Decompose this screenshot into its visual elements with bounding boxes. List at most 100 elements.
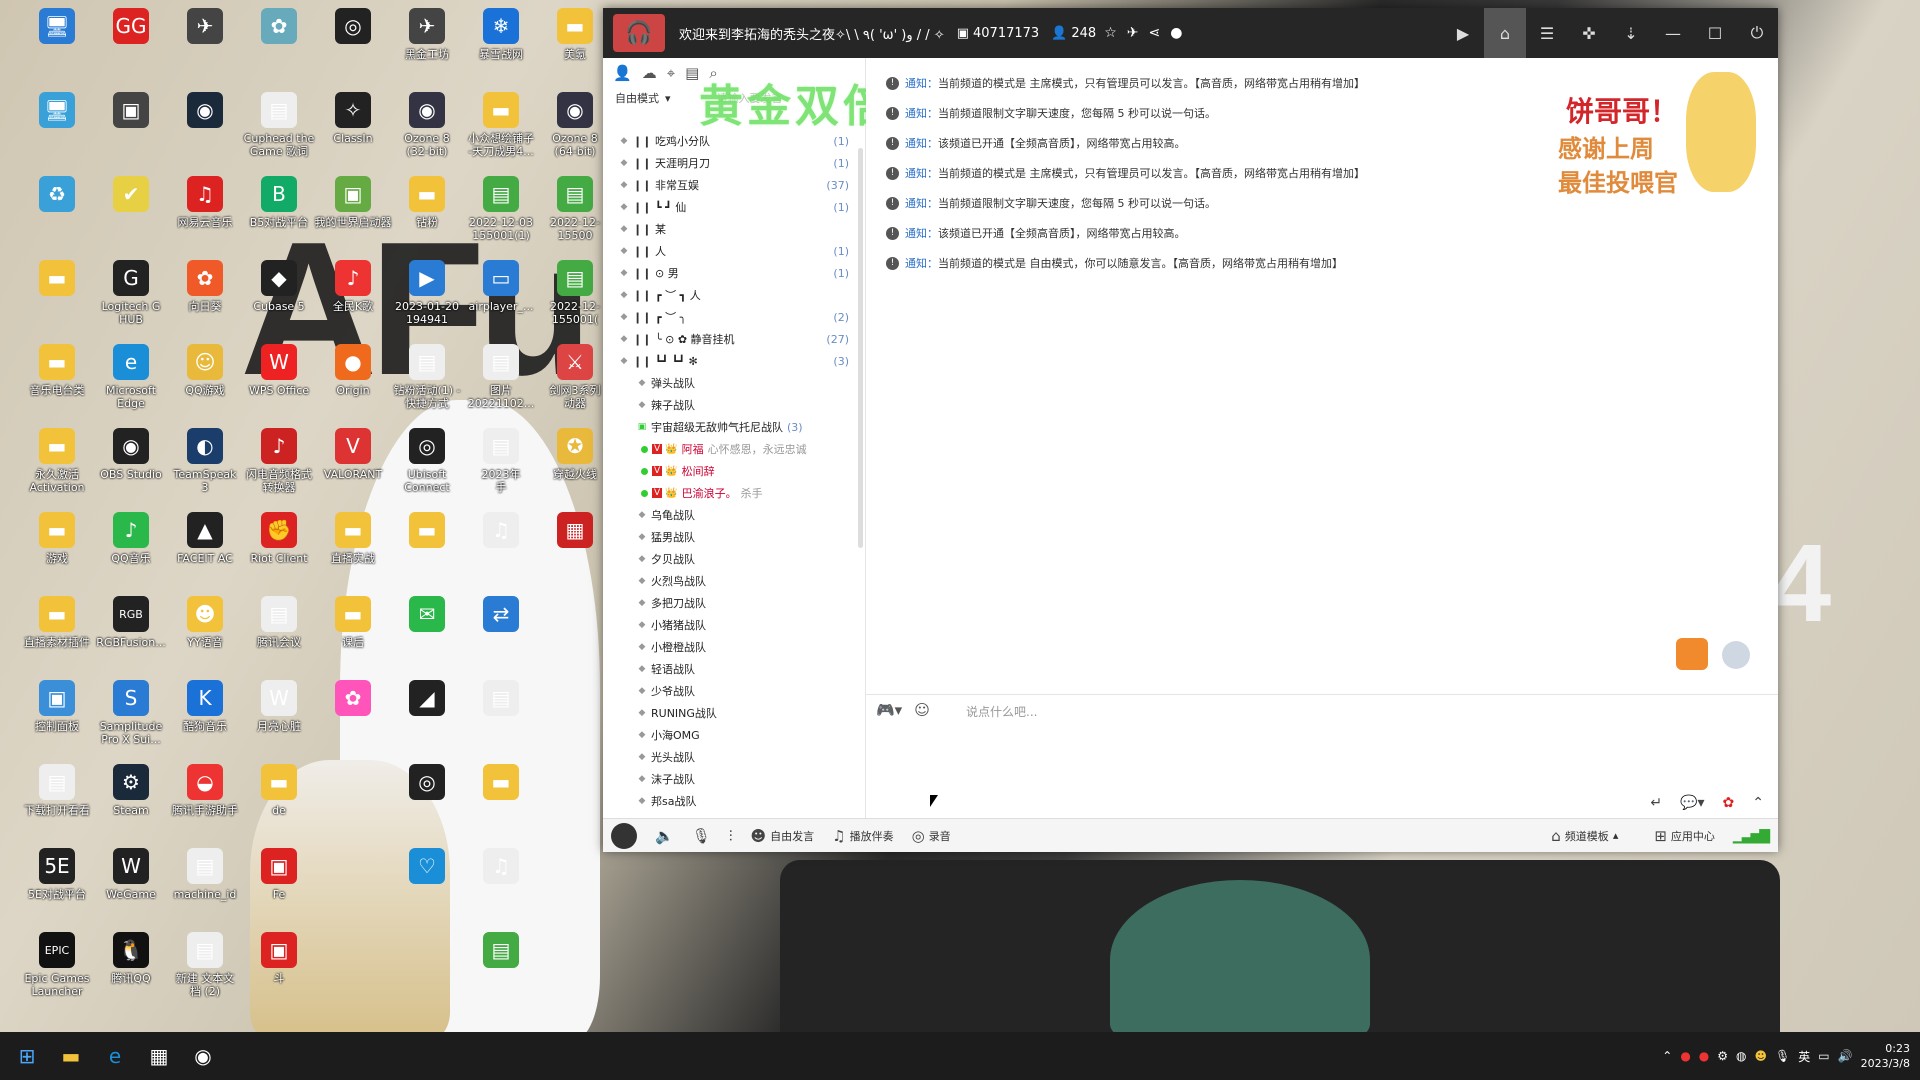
desktop-icon[interactable]: ♻: [18, 176, 96, 216]
desktop-icon[interactable]: ▬ 钻粉: [388, 176, 466, 229]
desktop-icon[interactable]: 🐧 腾讯QQ: [92, 932, 170, 985]
equalizer-icon[interactable]: ⫶: [729, 827, 733, 845]
star-icon[interactable]: ☆: [1104, 25, 1117, 41]
squad-row[interactable]: ◆ 多把刀战队: [603, 592, 855, 614]
squad-row[interactable]: ◆ 弹头战队: [603, 372, 855, 394]
squad-row[interactable]: ◆ 夕贝战队: [603, 548, 855, 570]
desktop-icon[interactable]: ♪ QQ音乐: [92, 512, 170, 565]
desktop-icon[interactable]: RGB RGBFusion...: [92, 596, 170, 649]
desktop-icon[interactable]: ◉ Ozone 8 (32-bit): [388, 92, 466, 158]
start-button[interactable]: ⊞: [10, 1039, 44, 1073]
user-row[interactable]: V 👑 巴渝浪子。 杀手: [603, 482, 855, 504]
desktop-icon[interactable]: ♫: [462, 848, 540, 888]
channel-row[interactable]: ◆ ❙❙ ╰ ⊙ ✿ 静音挂机 (27): [603, 328, 855, 350]
microphone-icon[interactable]: 🎙: [1775, 1049, 1790, 1063]
accompaniment-button[interactable]: ♫ 播放伴奏: [832, 827, 893, 845]
share-icon[interactable]: ⋖: [1148, 25, 1160, 41]
power-icon[interactable]: ⏻: [1736, 8, 1778, 58]
desktop-icon[interactable]: K 酷狗音乐: [166, 680, 244, 733]
desktop-icon[interactable]: GG: [92, 8, 170, 48]
desktop-icon[interactable]: ▣ 我的世界启动器: [314, 176, 392, 229]
speaker-icon[interactable]: 🔈: [655, 827, 674, 845]
desktop-icon[interactable]: ◢: [388, 680, 466, 720]
user-row[interactable]: V 👑 松间辞: [603, 460, 855, 482]
riot-tray-icon[interactable]: ●: [1699, 1049, 1709, 1063]
squad-row[interactable]: ◆ 辣子战队: [603, 394, 855, 416]
emoji-game-icon[interactable]: 🎮▾: [876, 701, 902, 719]
desktop-icon[interactable]: ✉: [388, 596, 466, 636]
my-avatar[interactable]: [611, 822, 637, 849]
steam-tray-icon[interactable]: ⚙: [1717, 1049, 1728, 1063]
yy-tray-icon[interactable]: ☻: [1755, 1049, 1768, 1063]
squad-row[interactable]: ◆ 光头战队: [603, 746, 855, 768]
channel-logo[interactable]: 🎧: [613, 14, 665, 52]
desktop-icon[interactable]: V VALORANT: [314, 428, 392, 481]
desktop-icon[interactable]: B B5对战平台: [240, 176, 318, 229]
squad-row[interactable]: ▣ 宇宙超级无敌帅气托尼战队 (3): [603, 416, 855, 438]
desktop-icon[interactable]: ▬ 小众想绘铺子 -天刀成男4...: [462, 92, 540, 158]
desktop-icon[interactable]: S Samplitude Pro X Sui...: [92, 680, 170, 746]
desktop-icon[interactable]: ▬: [18, 260, 96, 300]
edge-icon[interactable]: e: [98, 1039, 132, 1073]
channel-row[interactable]: ◆ ❙❙ 人 (1): [603, 240, 855, 262]
maximize-icon[interactable]: ☐: [1694, 8, 1736, 58]
squad-row[interactable]: ◆ 乌龟战队: [603, 504, 855, 526]
emoji-face-icon[interactable]: ☺: [914, 701, 930, 719]
squad-row[interactable]: ◆ 小猪猪战队: [603, 614, 855, 636]
chevron-up-icon[interactable]: ⌃: [1662, 1049, 1672, 1063]
desktop-icon[interactable]: ☻ YY语音: [166, 596, 244, 649]
desktop-icon[interactable]: ♫ 网易云音乐: [166, 176, 244, 229]
desktop-icon[interactable]: ◉: [166, 92, 244, 132]
desktop-icon[interactable]: ✿: [314, 680, 392, 720]
squad-row[interactable]: ◆ 小海OMG: [603, 724, 855, 746]
desktop-icon[interactable]: W WPS Office: [240, 344, 318, 397]
minimize-icon[interactable]: —: [1652, 8, 1694, 58]
desktop-icon[interactable]: ▤ 图片 20221102...: [462, 344, 540, 410]
desktop-icon[interactable]: ▲ FACEIT AC: [166, 512, 244, 565]
gamepad-icon[interactable]: ✜: [1568, 8, 1610, 58]
desktop-icon[interactable]: ▤ Cuphead the Game 歌词: [240, 92, 318, 158]
desktop-icon[interactable]: ☺ QQ游戏: [166, 344, 244, 397]
game-tray-icon[interactable]: ◍: [1736, 1049, 1746, 1063]
desktop-icon[interactable]: ▤ 新建 文本文 档 (2): [166, 932, 244, 998]
free-speak-button[interactable]: ☻ 自由发言: [751, 827, 815, 845]
desktop-icon[interactable]: ▬: [462, 764, 540, 804]
squad-row[interactable]: ◆ 轻语战队: [603, 658, 855, 680]
desktop-icon[interactable]: ▣: [92, 92, 170, 132]
info-icon[interactable]: ●: [1170, 25, 1182, 41]
desktop-icon[interactable]: ▤ 2022-12-03 155001(1): [462, 176, 540, 242]
channel-row[interactable]: ◆ ❙❙ ┏ ︶ ╮ (2): [603, 306, 855, 328]
desktop-icon[interactable]: 🖥: [18, 92, 96, 132]
channel-row[interactable]: ◆ ❙❙ 天涯明月刀 (1): [603, 152, 855, 174]
obs-icon[interactable]: ◉: [186, 1039, 220, 1073]
desktop-icon[interactable]: ▬ 直播素材插件: [18, 596, 96, 649]
desktop-icon[interactable]: ▤ 钻粉活动(1) - 快捷方式: [388, 344, 466, 410]
desktop-icon[interactable]: e Microsoft Edge: [92, 344, 170, 410]
board-icon[interactable]: ▤: [685, 64, 699, 88]
desktop-icon[interactable]: ♡: [388, 848, 466, 888]
desktop-icon[interactable]: ▤ 腾讯会议: [240, 596, 318, 649]
mode-selector[interactable]: 自由模式: [615, 90, 659, 106]
desktop-icon[interactable]: ▬ 游戏: [18, 512, 96, 565]
desktop-icon[interactable]: ◆ Cubase 5: [240, 260, 318, 313]
netease-tray-icon[interactable]: ●: [1680, 1049, 1690, 1063]
desktop-icon[interactable]: ▤ 下载打开看看: [18, 764, 96, 817]
chat-icon[interactable]: ☁: [642, 64, 657, 88]
desktop-icon[interactable]: ▬ 永久激活 Activation: [18, 428, 96, 494]
desktop-icon[interactable]: ◉ OBS Studio: [92, 428, 170, 481]
desktop-icon[interactable]: ✈: [166, 8, 244, 48]
desktop-icon[interactable]: W 月亮心脏: [240, 680, 318, 733]
desktop-icon[interactable]: 🖥: [18, 8, 96, 48]
squad-row[interactable]: ◆ RUNING战队: [603, 702, 855, 724]
desktop-icon[interactable]: G Logitech G HUB: [92, 260, 170, 326]
network-icon[interactable]: ▭: [1818, 1049, 1829, 1063]
chevron-up-small-icon[interactable]: ⌃: [1752, 795, 1764, 811]
settings-gear-icon[interactable]: [1722, 641, 1750, 669]
mic-icon[interactable]: 🎙: [692, 827, 711, 845]
desktop-icon[interactable]: ✈ 黑金工坊: [388, 8, 466, 61]
video-icon[interactable]: ▶: [1442, 8, 1484, 58]
file-explorer-icon[interactable]: ▬: [54, 1039, 88, 1073]
desktop-icon[interactable]: ◒ 腾讯手游助手: [166, 764, 244, 817]
list-icon[interactable]: ☰: [1526, 8, 1568, 58]
squad-row[interactable]: ◆ 少爷战队: [603, 680, 855, 702]
